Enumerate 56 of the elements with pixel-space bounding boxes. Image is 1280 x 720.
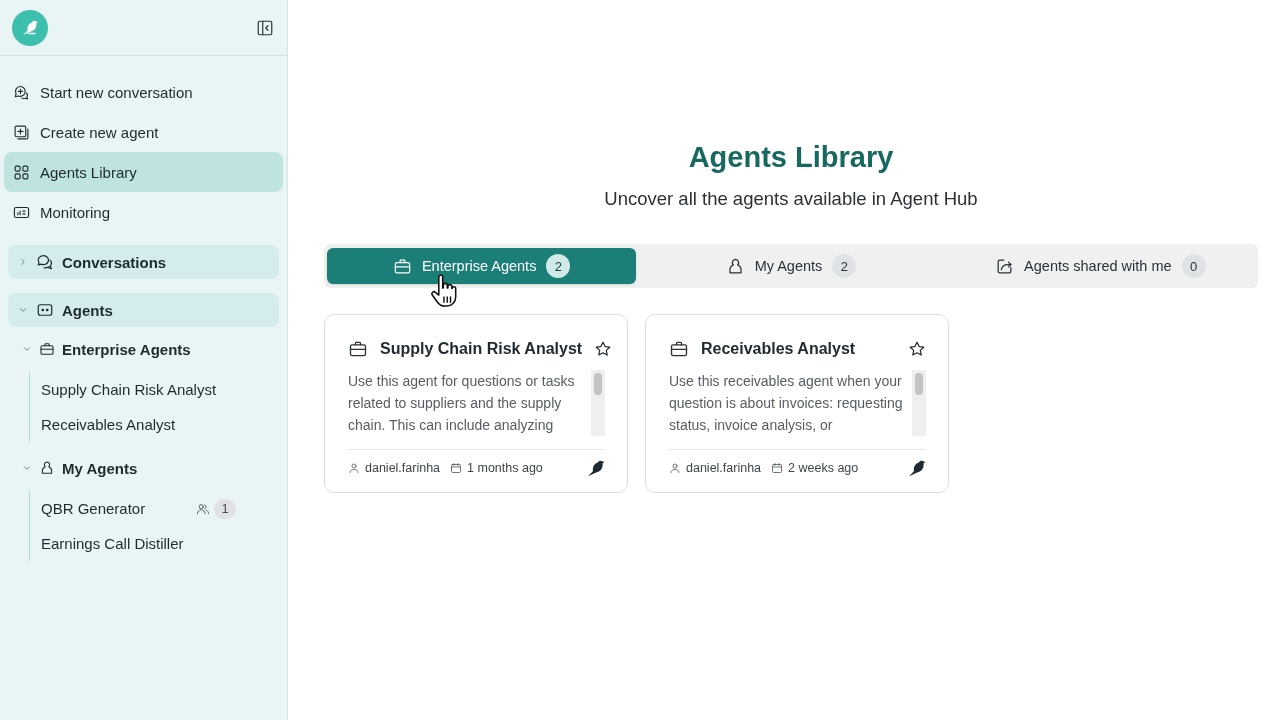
count-badge: 1 xyxy=(214,498,236,519)
briefcase-icon xyxy=(39,341,55,357)
group-header[interactable]: My Agents xyxy=(8,451,144,485)
agent-card[interactable]: Supply Chain Risk Analyst Use this agent for questions or tasks related to suppliers and the supply chain. This can include analyzing daniel.farinha 1 months ago xyxy=(324,314,628,493)
group-header[interactable]: Enterprise Agents xyxy=(8,332,197,366)
section-header[interactable]: Agents xyxy=(8,293,279,327)
chat-plus-icon xyxy=(13,83,30,101)
author-name: daniel.farinha xyxy=(686,461,762,475)
user-icon xyxy=(348,462,360,474)
user-icon xyxy=(669,462,681,474)
person-icon xyxy=(39,460,55,476)
page-title: Agents Library xyxy=(687,140,895,174)
star-icon[interactable] xyxy=(594,340,613,358)
add-square-icon xyxy=(13,123,30,141)
grid-icon xyxy=(13,163,30,181)
nav-item[interactable]: Agents Library xyxy=(4,152,283,192)
calendar-icon xyxy=(450,462,463,474)
count-badge: 0 xyxy=(1181,254,1206,278)
hand-cursor-icon xyxy=(430,274,458,307)
bird-icon xyxy=(588,459,605,477)
briefcase-icon xyxy=(348,339,368,359)
calendar-icon xyxy=(771,462,784,474)
section-header[interactable]: Conversations xyxy=(8,245,279,279)
scrollbar-thumb[interactable] xyxy=(915,373,923,395)
bird-logo-icon xyxy=(12,9,48,46)
card-title: Supply Chain Risk Analyst xyxy=(380,340,583,358)
chat-bubbles-icon xyxy=(36,253,54,271)
briefcase-icon xyxy=(669,339,689,359)
agent-card[interactable]: Receivables Analyst Use this receivables agent when your question is about invoices: requesting status, invoice analysis, or daniel.farinha 2 weeks ago xyxy=(645,314,949,493)
created-time: 2 weeks ago xyxy=(788,461,859,475)
star-icon[interactable] xyxy=(908,340,926,358)
robot-icon xyxy=(36,301,54,319)
scrollbar[interactable] xyxy=(591,370,605,436)
scrollbar-thumb[interactable] xyxy=(594,373,602,395)
count-badge: 2 xyxy=(546,254,571,278)
nav-item[interactable]: Create new agent xyxy=(4,112,283,152)
count-badge: 2 xyxy=(832,254,857,278)
nav-item[interactable]: Start new conversation xyxy=(4,72,283,112)
sidebar-toggle-icon[interactable] xyxy=(256,18,274,37)
bird-icon xyxy=(909,459,926,477)
sidebar-agent-item[interactable]: Earnings Call Distiller xyxy=(41,535,184,552)
sidebar-agent-item[interactable]: Receivables Analyst xyxy=(41,416,176,433)
card-title: Receivables Analyst xyxy=(701,340,857,358)
tab[interactable]: Enterprise Agents 2 xyxy=(327,248,637,284)
tab[interactable]: Agents shared with me 0 xyxy=(945,248,1255,284)
created-time: 1 months ago xyxy=(467,461,543,475)
sidebar-agent-item[interactable]: QBR Generator xyxy=(41,500,146,517)
author-name: daniel.farinha xyxy=(365,461,441,475)
nav-item[interactable]: Monitoring xyxy=(4,192,283,232)
scrollbar[interactable] xyxy=(912,370,926,436)
page-subtitle: Uncover all the agents available in Agent Hub xyxy=(603,187,979,211)
tab[interactable]: My Agents 2 xyxy=(636,248,946,284)
card-description: Use this receivables agent when your question is about invoices: requesting status, invoice analysis, or xyxy=(669,372,904,435)
card-description: Use this agent for questions or tasks related to suppliers and the supply chain. This can include analyzing xyxy=(348,372,576,435)
people-icon xyxy=(196,501,210,516)
sidebar-agent-item[interactable]: Supply Chain Risk Analyst xyxy=(41,381,217,398)
